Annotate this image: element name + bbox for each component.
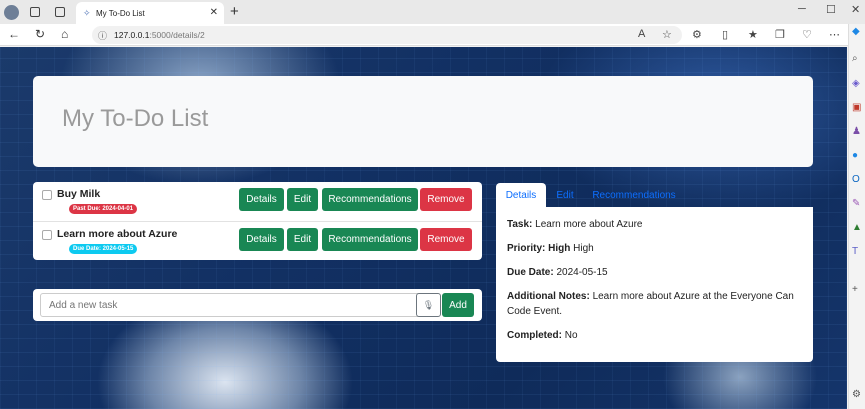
outlook-icon[interactable]: O (852, 174, 860, 185)
back-icon[interactable]: ← (8, 27, 20, 41)
new-task-form: 🎙 Add (33, 289, 482, 321)
task-row: Buy Milk Past Due: 2024-04-01 Details Ed… (33, 182, 482, 221)
browser-tab[interactable]: ✧ My To-Do List ✕ (76, 2, 224, 24)
task-checkbox[interactable] (42, 190, 52, 200)
microsoft-365-icon[interactable]: ● (852, 150, 858, 161)
minimize-icon[interactable]: ─ (798, 3, 806, 15)
profile-avatar[interactable] (4, 5, 19, 20)
add-sidebar-app-icon[interactable]: + (852, 284, 858, 295)
tools-icon[interactable]: ▣ (852, 102, 861, 113)
home-icon[interactable]: ⌂ (61, 27, 68, 41)
url-path: :5000/details/2 (149, 30, 205, 40)
edit-button[interactable]: Edit (287, 228, 318, 251)
recommendations-button[interactable]: Recommendations (322, 188, 418, 211)
copilot-icon[interactable]: ◆ (852, 26, 860, 37)
refresh-icon[interactable]: ↻ (35, 27, 45, 41)
recommendations-button[interactable]: Recommendations (322, 228, 418, 251)
details-button[interactable]: Details (239, 228, 284, 251)
detail-completed: Completed: No (507, 330, 578, 341)
maximize-icon[interactable]: ☐ (826, 3, 836, 16)
task-list: Buy Milk Past Due: 2024-04-01 Details Ed… (33, 182, 482, 260)
split-screen-icon[interactable]: ▯ (722, 28, 728, 41)
edit-button[interactable]: Edit (287, 188, 318, 211)
browser-tab-title: My To-Do List (96, 8, 145, 18)
window-close-icon[interactable]: ✕ (851, 3, 860, 16)
collections-icon[interactable] (30, 7, 40, 17)
detail-task: Task: Learn more about Azure (507, 219, 643, 230)
page-background: My To-Do List Buy Milk Past Due: 2024-04… (0, 47, 847, 409)
favorite-icon[interactable]: ☆ (662, 28, 672, 41)
task-details-panel: Task: Learn more about Azure Priority: H… (496, 207, 813, 362)
tab-details[interactable]: Details (496, 183, 546, 207)
teams-icon[interactable]: T (852, 246, 858, 257)
site-info-icon[interactable]: ⓘ (98, 29, 107, 42)
remove-button[interactable]: Remove (420, 228, 472, 251)
collections-toolbar-icon[interactable]: ❐ (775, 28, 785, 41)
designer-icon[interactable]: ✎ (852, 198, 860, 209)
more-options-icon[interactable]: ⋯ (829, 28, 840, 41)
header-card: My To-Do List (33, 76, 813, 167)
browser-sidebar: ◆ ⌕ ◈ ▣ ♟ ● O ✎ ▲ T + ⚙ (848, 24, 865, 409)
drop-icon[interactable]: ▲ (852, 222, 862, 233)
add-task-button[interactable]: Add (442, 293, 474, 317)
tab-recommendations[interactable]: Recommendations (584, 183, 684, 207)
remove-button[interactable]: Remove (420, 188, 472, 211)
page-favicon-icon: ✧ (83, 8, 91, 18)
new-tab-icon[interactable]: + (230, 3, 239, 20)
close-tab-icon[interactable]: ✕ (210, 7, 218, 18)
search-icon[interactable]: ⌕ (852, 53, 858, 64)
sidebar-settings-icon[interactable]: ⚙ (852, 389, 861, 400)
games-icon[interactable]: ♟ (852, 126, 861, 137)
task-title: Learn more about Azure (57, 228, 178, 240)
browser-essentials-icon[interactable]: ♡ (802, 28, 812, 41)
task-checkbox[interactable] (42, 230, 52, 240)
microphone-icon: 🎙 (422, 299, 435, 310)
address-bar-row: ← ↻ ⌂ ⓘ 127.0.0.1:5000/details/2 A ☆ ⚙ ▯… (0, 24, 865, 46)
task-row: Learn more about Azure Due Date: 2024-05… (33, 221, 482, 260)
new-task-input[interactable] (40, 293, 438, 317)
read-aloud-icon[interactable]: A (638, 28, 645, 40)
url-host: 127.0.0.1 (114, 30, 150, 40)
task-title: Buy Milk (57, 188, 101, 200)
details-button[interactable]: Details (239, 188, 284, 211)
detail-due-date: Due Date: 2024-05-15 (507, 267, 608, 278)
due-status-badge: Due Date: 2024-05-15 (69, 244, 138, 254)
page-title: My To-Do List (62, 105, 209, 132)
detail-priority: Priority: High High (507, 243, 594, 254)
microphone-button[interactable]: 🎙 (416, 293, 441, 317)
url-field[interactable]: ⓘ 127.0.0.1:5000/details/2 (92, 26, 682, 44)
tab-actions-icon[interactable] (55, 7, 65, 17)
browser-tab-bar: ✧ My To-Do List ✕ + ─ ☐ ✕ (0, 0, 865, 24)
favorites-icon[interactable]: ★ (748, 28, 758, 41)
extensions-icon[interactable]: ⚙ (692, 28, 702, 41)
due-status-badge: Past Due: 2024-04-01 (69, 204, 138, 214)
shopping-icon[interactable]: ◈ (852, 78, 860, 89)
tab-edit[interactable]: Edit (546, 183, 584, 207)
detail-notes: Additional Notes: Learn more about Azure… (507, 291, 794, 317)
